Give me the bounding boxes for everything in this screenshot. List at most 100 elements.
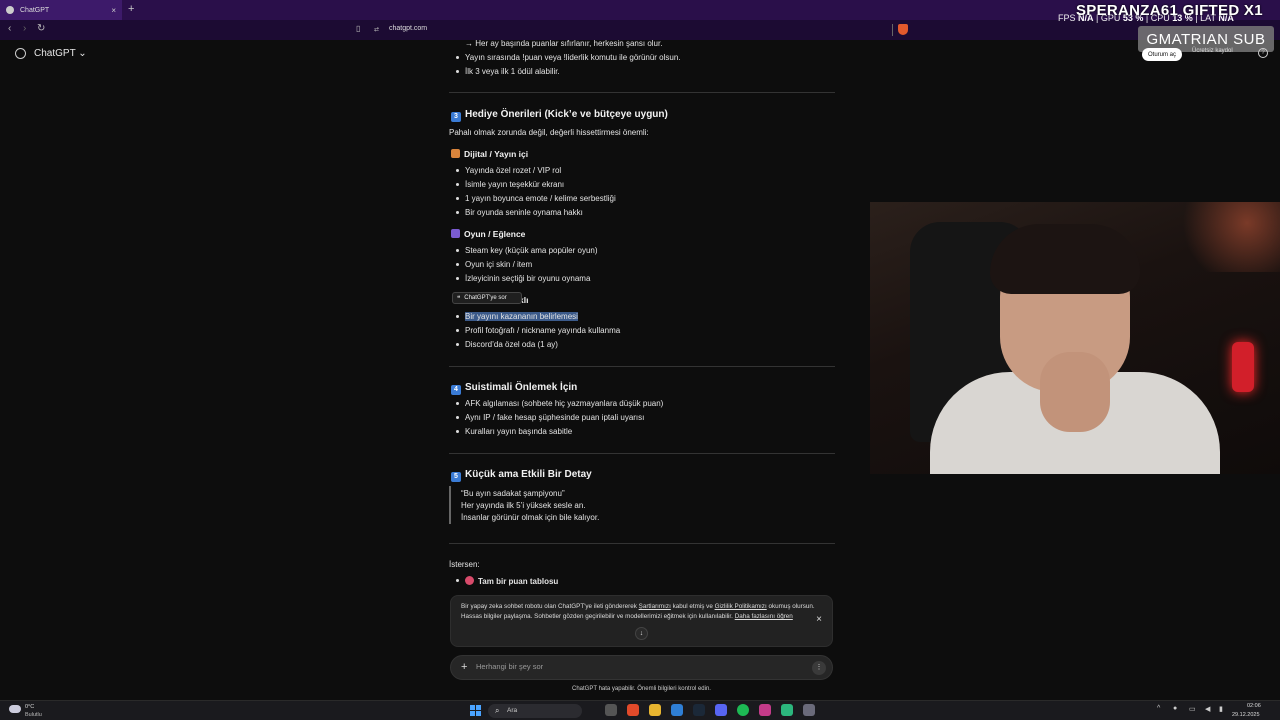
tab-chatgpt[interactable]: ChatGPT × [0,0,122,20]
settings-gear-icon[interactable] [803,704,815,716]
mail-icon[interactable] [671,704,683,716]
quote-icon: ❝ [457,295,461,302]
list-item: Yayın sırasında !puan veya !liderlik kom… [456,53,681,62]
list-item: AFK algılaması (sohbete hiç yazmayanlara… [455,399,664,408]
spotify-icon[interactable] [737,704,749,716]
app-icon[interactable] [781,704,793,716]
discord-icon[interactable] [715,704,727,716]
prompt-input[interactable] [476,662,776,671]
ask-chatgpt-tooltip[interactable]: ❝ ChatGPT'ye sor [452,292,522,304]
number-badge-icon: 3 [451,112,461,122]
stream-alert-title: SPERANZA61 GIFTED X1 [1076,2,1263,19]
webcam-streamer-hair [990,224,1140,294]
privacy-link[interactable]: Gizlilik Politikamızı [715,603,767,610]
subsection-heading: Oyun / Eğlence [451,229,525,239]
taskbar-search[interactable]: ⌕ Ara [488,704,582,718]
section-divider [449,92,835,93]
list-item: Bir oyunda seninle oynama hakkı [456,208,583,217]
learn-more-link[interactable]: Daha fazlasını öğren [735,613,793,620]
list-item: Profil fotoğrafı / nickname yayında kull… [455,326,621,335]
gift-icon [451,149,460,158]
list-item-selected[interactable]: Bir yayını kazananın belirlemesi [456,312,578,321]
chevron-down-icon: ⌄ [78,48,87,59]
list-item: 1 yayın boyunca emote / kelime serbestli… [456,194,616,203]
site-info-icon[interactable]: ⇄ [374,26,379,33]
section-divider [449,453,835,454]
toolbar-divider [892,24,893,36]
list-item: İsimle yayın teşekkür ekranı [455,180,565,189]
search-icon: ⌕ [495,706,500,715]
battery-icon[interactable]: ▮ [1219,705,1223,713]
outro-text: İstersen: [449,560,480,569]
app-title: ChatGPT [34,48,76,59]
list-item: Yayında özel rozet / VIP rol [455,166,562,175]
taskbar: 0°C Bulutlu ⌕ Ara ^ ● ▭ ◀ ▮ 02:06 29.12.… [0,700,1280,720]
tab-title: ChatGPT [20,6,50,14]
list-item: Tam bir puan tablosu [455,576,558,586]
webcam-streamer-hand [1040,352,1110,432]
chatgpt-favicon-icon [6,6,14,14]
list-item: İlk 3 veya ilk 1 ödül alabilir. [456,67,560,76]
tab-close-icon[interactable]: × [111,6,116,15]
windows-start-icon[interactable] [470,705,481,716]
list-item: Aynı IP / fake hesap şüphesinde puan ipt… [455,413,645,422]
chatgpt-logo-icon[interactable] [15,48,26,59]
list-item: Oyun içi skin / item [455,260,533,269]
model-selector[interactable]: ChatGPT ⌄ [34,48,87,59]
clock-time[interactable]: 02:06 [1247,703,1261,709]
quote-line: Her yayında ilk 5’i yüksek sesle an. [461,501,586,510]
section-divider [449,366,835,367]
close-icon[interactable]: × [816,615,822,625]
number-badge-icon: 4 [451,385,461,395]
file-explorer-icon[interactable] [649,704,661,716]
volume-icon[interactable]: ◀ [1205,705,1210,713]
fps-label: FPS [1058,13,1076,23]
scroll-down-button[interactable]: ↓ [635,627,648,640]
section-heading: 4 Suistimali Önlemek İçin [451,382,577,395]
reload-icon[interactable]: ↻ [37,23,45,34]
webcam-overlay [870,202,1280,474]
brave-browser-icon[interactable] [627,704,639,716]
search-label: Ara [507,707,518,714]
clock-date[interactable]: 29.12.2025 [1232,712,1260,718]
target-icon [465,576,474,585]
quote-line: “Bu ayın sadakat şampiyonu” [461,489,565,498]
help-icon[interactable]: ? [1258,48,1268,58]
steam-icon[interactable] [693,704,705,716]
weather-desc[interactable]: Bulutlu [25,712,42,718]
list-item: Steam key (küçük ama popüler oyun) [456,246,598,255]
cloud-icon[interactable] [9,705,21,713]
composer: + ⋮ [450,655,833,680]
list-item: → Her ay başında puanlar sıfırlanır, her… [465,39,663,48]
number-badge-icon: 5 [451,472,461,482]
signup-button[interactable]: Ücretsiz kaydol [1192,48,1233,54]
quote-line: İnsanlar görünür olmak için bile kalıyor… [461,513,600,522]
gamepad-icon [451,229,460,238]
tray-chevron-icon[interactable]: ^ [1157,705,1160,712]
new-tab-button[interactable]: + [128,3,134,15]
instagram-icon[interactable] [759,704,771,716]
login-button[interactable]: Oturum aç [1142,48,1182,61]
terms-link[interactable]: Şartlarımızı [639,603,671,610]
network-icon[interactable]: ▭ [1189,705,1196,713]
webcam-background-light [1170,202,1280,272]
voice-mode-icon[interactable]: ⋮ [812,661,826,675]
brave-shield-icon[interactable] [898,24,908,35]
section-heading: 5 Küçük ama Etkili Bir Detay [451,469,592,482]
mic-icon[interactable]: ● [1173,705,1177,712]
forward-arrow-icon[interactable]: › [23,23,26,34]
bookmark-icon[interactable]: ▯ [356,24,360,33]
webcam-red-lamp [1232,342,1254,392]
back-arrow-icon[interactable]: ‹ [8,23,11,34]
section-intro: Pahalı olmak zorunda değil, değerli hiss… [449,128,649,137]
quote-bar [449,486,451,524]
task-view-icon[interactable] [605,704,617,716]
browser-toolbar: ‹ › ↻ ▯ ⇄ chatgpt.com [0,20,1280,40]
weather-temp[interactable]: 0°C [25,704,34,710]
subsection-heading: Dijital / Yayın içi [451,149,528,159]
url-field[interactable]: chatgpt.com [389,25,427,32]
section-divider [449,543,835,544]
attach-plus-icon[interactable]: + [461,661,467,673]
list-item: Kuralları yayın başında sabitle [455,427,573,436]
list-item: Discord’da özel oda (1 ay) [456,340,558,349]
